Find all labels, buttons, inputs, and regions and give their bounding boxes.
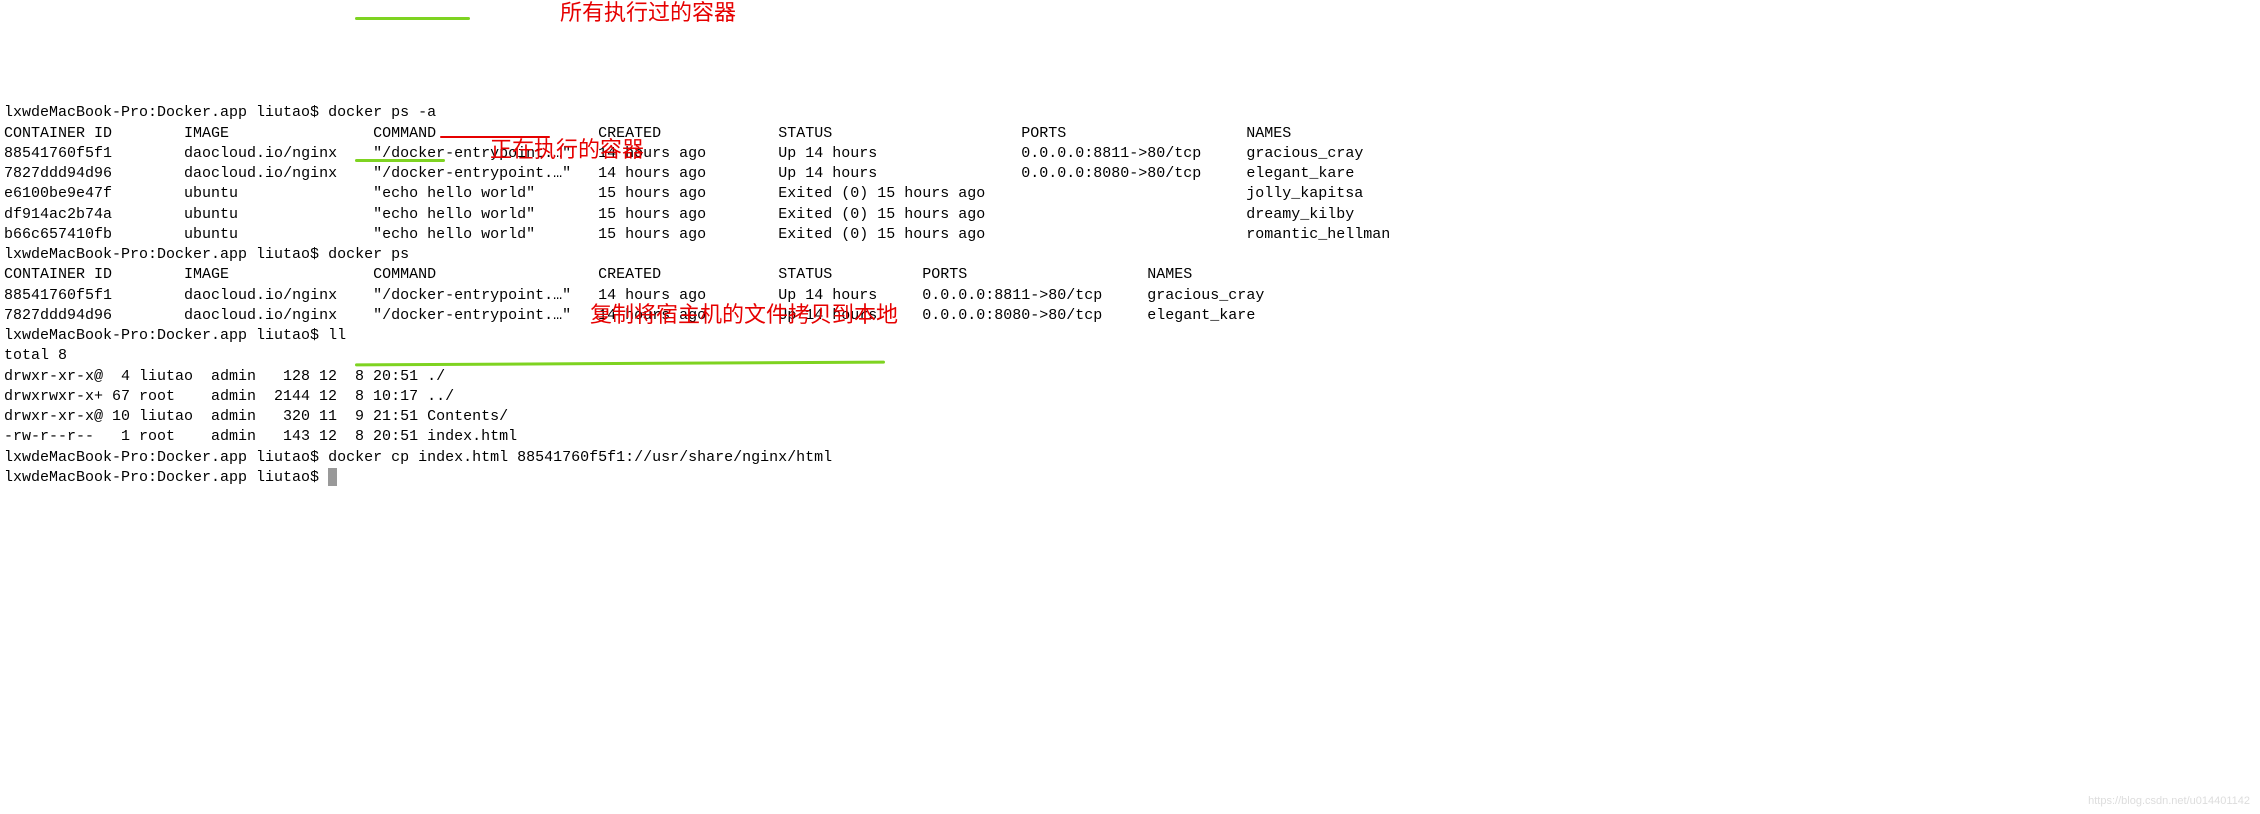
ll-row: drwxrwxr-x+ 67 root admin 2144 12 8 10:1… [4, 388, 454, 405]
prompt-line-2: lxwdeMacBook-Pro:Docker.app liutao$ dock… [4, 246, 409, 263]
header-row-1: CONTAINER ID IMAGE COMMAND CREATED STATU… [4, 125, 1291, 142]
terminal-output: lxwdeMacBook-Pro:Docker.app liutao$ dock… [4, 83, 2256, 488]
underline-green [355, 17, 470, 20]
ll-row: drwxr-xr-x@ 10 liutao admin 320 11 9 21:… [4, 408, 508, 425]
annotation-copy: 复制将宿主机的文件拷贝到本地 [590, 300, 898, 330]
annotation-running-containers: 正在执行的容器 [490, 135, 644, 165]
prompt-line-5[interactable]: lxwdeMacBook-Pro:Docker.app liutao$ [4, 469, 337, 486]
ll-row: -rw-r--r-- 1 root admin 143 12 8 20:51 i… [4, 428, 517, 445]
container-row: df914ac2b74a ubuntu "echo hello world" 1… [4, 206, 1354, 223]
watermark: https://blog.csdn.net/u014401142 [2088, 794, 2250, 809]
header-row-2: CONTAINER ID IMAGE COMMAND CREATED STATU… [4, 266, 1192, 283]
underline-red [440, 136, 550, 138]
container-row: 7827ddd94d96 daocloud.io/nginx "/docker-… [4, 165, 1354, 182]
ll-row: drwxr-xr-x@ 4 liutao admin 128 12 8 20:5… [4, 368, 445, 385]
prompt-line-1: lxwdeMacBook-Pro:Docker.app liutao$ dock… [4, 104, 436, 121]
underline-green [355, 159, 445, 162]
container-row: 88541760f5f1 daocloud.io/nginx "/docker-… [4, 145, 1363, 162]
ll-total: total 8 [4, 347, 67, 364]
prompt-line-4: lxwdeMacBook-Pro:Docker.app liutao$ dock… [4, 449, 832, 466]
container-row: e6100be9e47f ubuntu "echo hello world" 1… [4, 185, 1363, 202]
annotation-all-containers: 所有执行过的容器 [560, 0, 736, 28]
container-row: b66c657410fb ubuntu "echo hello world" 1… [4, 226, 1390, 243]
cursor-icon [328, 468, 337, 486]
prompt-line-3: lxwdeMacBook-Pro:Docker.app liutao$ ll [4, 327, 346, 344]
